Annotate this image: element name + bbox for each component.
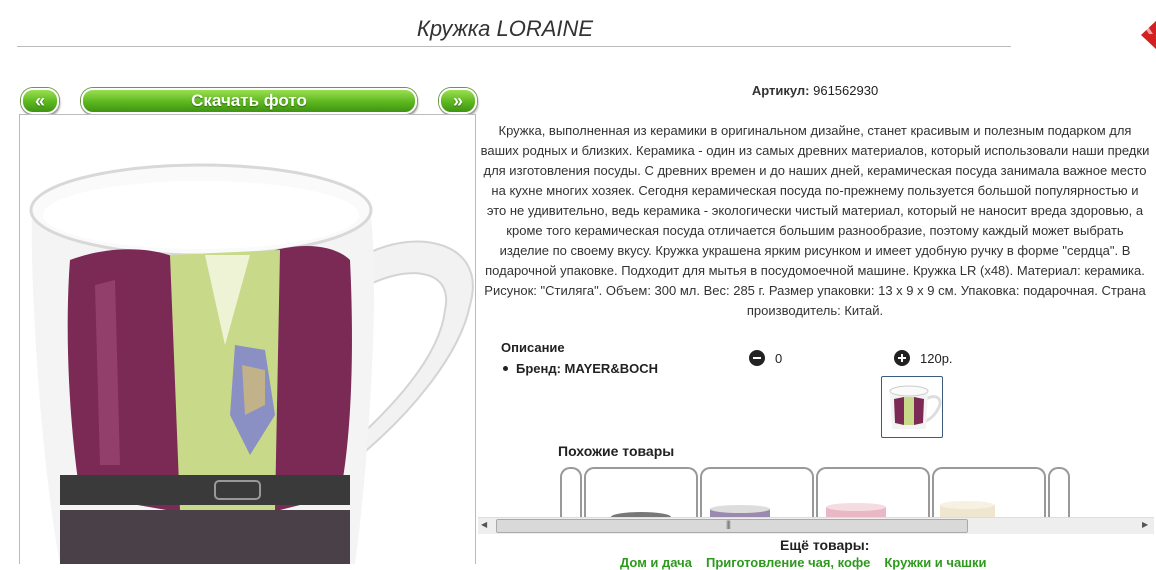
plus-circle-icon[interactable]	[894, 350, 910, 366]
scroll-right-arrow-icon[interactable]: ▶	[1142, 520, 1148, 529]
mug-thumbnail-image	[889, 385, 942, 429]
sku-line: Артикул: 961562930	[480, 83, 1150, 98]
page-title: Кружка LORAINE	[416, 16, 594, 41]
bullet-icon	[503, 366, 508, 372]
product-image	[826, 503, 886, 521]
scroll-left-arrow-icon[interactable]: ◀	[481, 520, 487, 529]
minus-circle-icon[interactable]	[749, 350, 765, 366]
sku-value: 961562930	[813, 83, 879, 98]
price-value: 120р.	[920, 351, 953, 366]
next-photo-button[interactable]: »	[439, 88, 477, 114]
mug-illustration	[29, 163, 474, 564]
brand-text: Бренд: MAYER&BOCH	[516, 361, 658, 376]
similar-product-card[interactable]	[700, 467, 814, 521]
specs-heading: Описание	[501, 340, 565, 355]
similar-products-heading: Похожие товары	[558, 443, 675, 459]
title-divider	[17, 46, 1011, 47]
grip-icon: |||	[726, 519, 731, 529]
product-image	[940, 501, 995, 521]
similar-product-card[interactable]	[1048, 467, 1070, 521]
download-photo-button[interactable]: Скачать фото	[81, 88, 417, 114]
brand-item: Бренд: MAYER&BOCH	[503, 361, 658, 376]
similar-product-card[interactable]	[816, 467, 930, 521]
more-products-heading: Ещё товары:	[780, 537, 870, 553]
quantity-value: 0	[775, 351, 783, 366]
product-description: Кружка, выполненная из керамики в оригин…	[480, 123, 1150, 318]
similar-product-card[interactable]	[584, 467, 698, 521]
product-photo	[19, 114, 476, 564]
product-thumbnail[interactable]	[881, 376, 943, 438]
similar-product-card[interactable]	[560, 467, 582, 521]
product-image	[611, 512, 671, 521]
sku-label: Артикул:	[751, 83, 810, 98]
close-icon[interactable]	[1141, 20, 1156, 50]
product-image	[710, 505, 770, 521]
similar-product-card[interactable]	[932, 467, 1046, 521]
previous-photo-button[interactable]: «	[21, 88, 59, 114]
scrollbar-thumb[interactable]	[496, 519, 968, 533]
